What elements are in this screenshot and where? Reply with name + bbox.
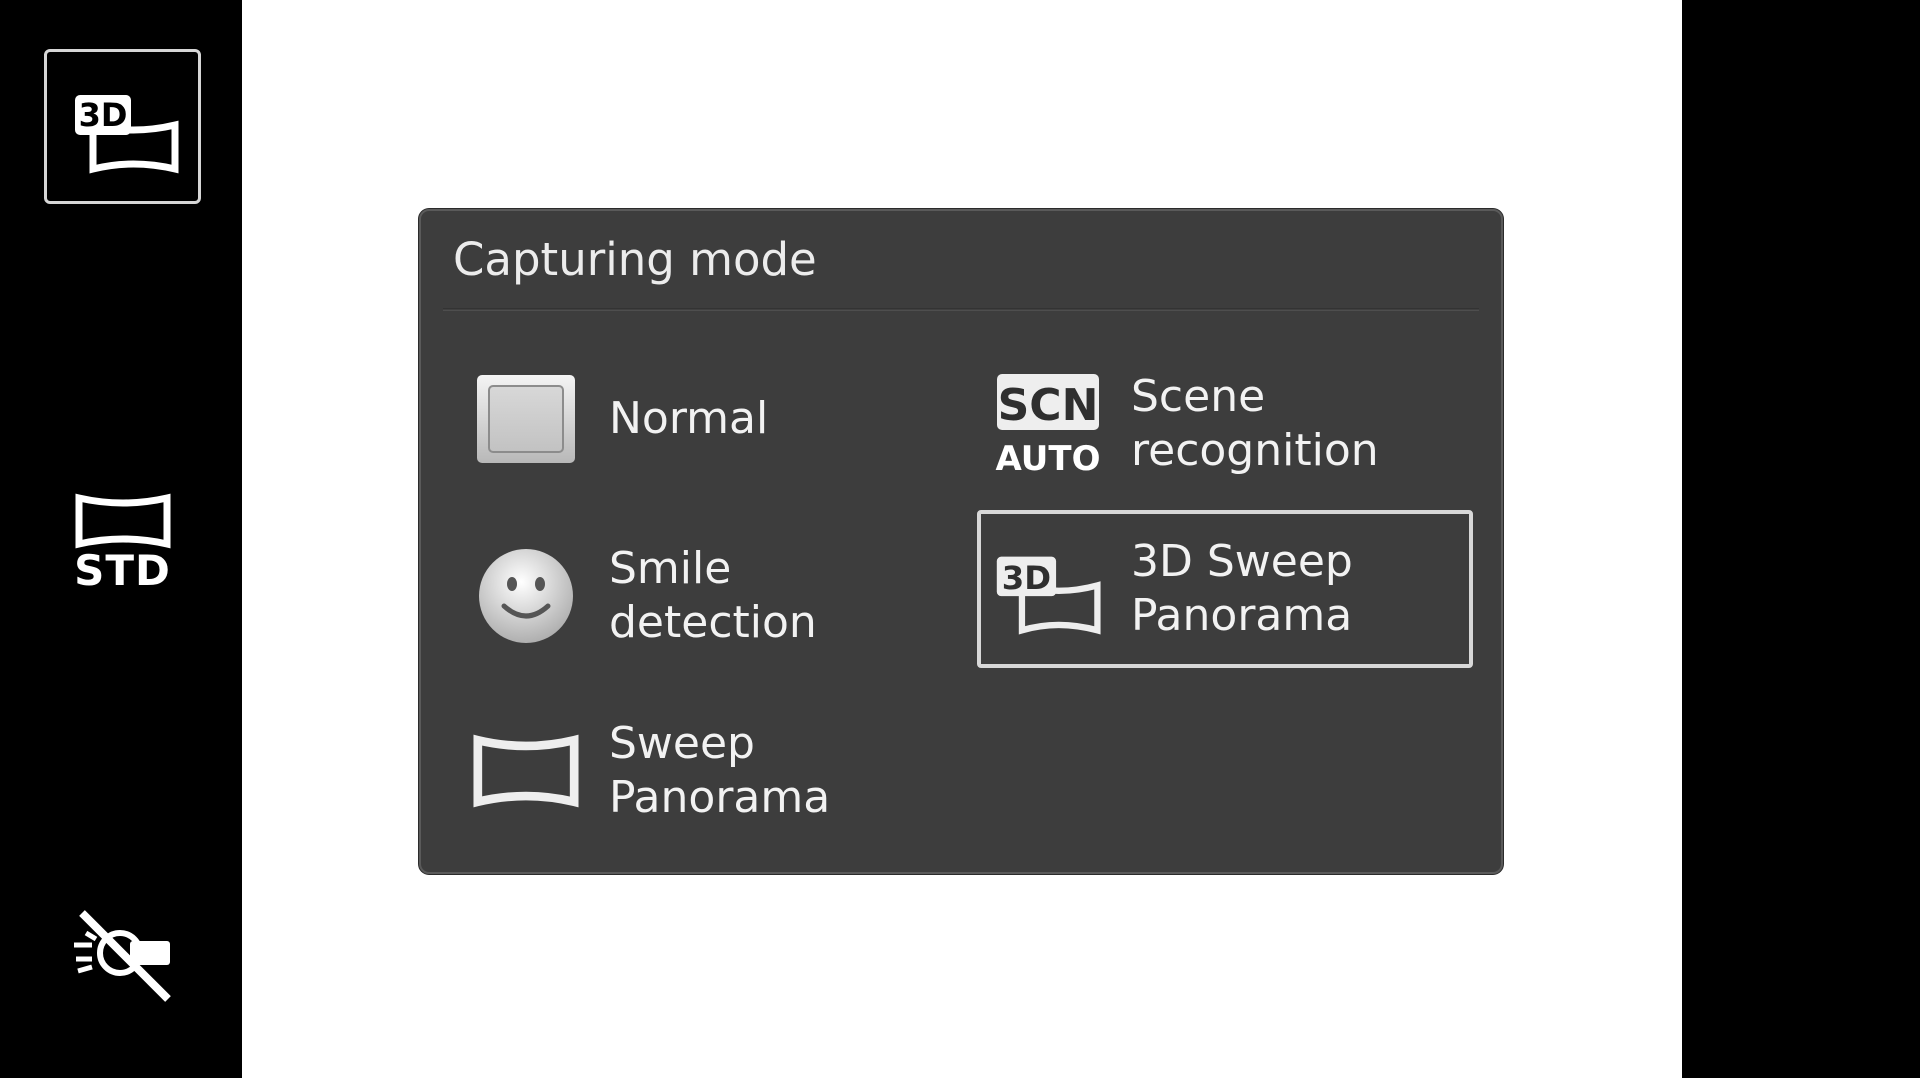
panorama-std-icon <box>75 493 170 549</box>
scn-text: SCN <box>998 380 1099 431</box>
option-normal[interactable]: Normal <box>473 359 943 479</box>
left-control-rail: 3D STD <box>0 0 242 1078</box>
option-normal-label: Normal <box>609 393 769 444</box>
option-3d-sweep-panorama-label: 3D Sweep Panorama <box>1131 536 1353 641</box>
panorama-size-label: STD <box>74 546 171 595</box>
panorama-size-button[interactable]: STD <box>55 475 190 610</box>
option-smile-detection-label: Smile detection <box>609 543 817 648</box>
camera-screen: 3D STD Capturing mode Normal Smile detec… <box>0 0 1920 1078</box>
option-3d-sweep-panorama[interactable]: 3D 3D Sweep Panorama <box>977 510 1473 668</box>
option-scene-recognition[interactable]: SCN AUTO Scene recognition <box>995 359 1465 489</box>
scn-auto-icon: SCN AUTO <box>995 371 1101 477</box>
option-sweep-panorama[interactable]: Sweep Panorama <box>473 706 943 836</box>
option-scene-recognition-label: Scene recognition <box>1131 371 1379 476</box>
3d-sweep-panorama-icon: 3D <box>74 94 178 173</box>
capturing-mode-dialog: Capturing mode Normal Smile detection Sw… <box>419 209 1503 874</box>
option-sweep-panorama-label: Sweep Panorama <box>609 718 831 823</box>
3d-sweep-panorama-icon: 3D <box>995 536 1101 642</box>
capturing-mode-button[interactable]: 3D <box>44 49 201 204</box>
smile-face-icon <box>473 543 579 649</box>
sweep-panorama-icon <box>473 718 579 824</box>
auto-text: AUTO <box>996 439 1101 476</box>
normal-mode-icon <box>473 366 579 472</box>
3d-badge-text: 3D <box>78 96 127 134</box>
3d-badge-text: 3D <box>1002 559 1051 597</box>
dialog-divider <box>443 308 1479 311</box>
flash-button[interactable] <box>60 895 185 1015</box>
dialog-title: Capturing mode <box>453 233 817 286</box>
right-black-bar <box>1682 0 1920 1078</box>
flash-off-icon <box>73 910 171 1002</box>
option-smile-detection[interactable]: Smile detection <box>473 531 943 661</box>
